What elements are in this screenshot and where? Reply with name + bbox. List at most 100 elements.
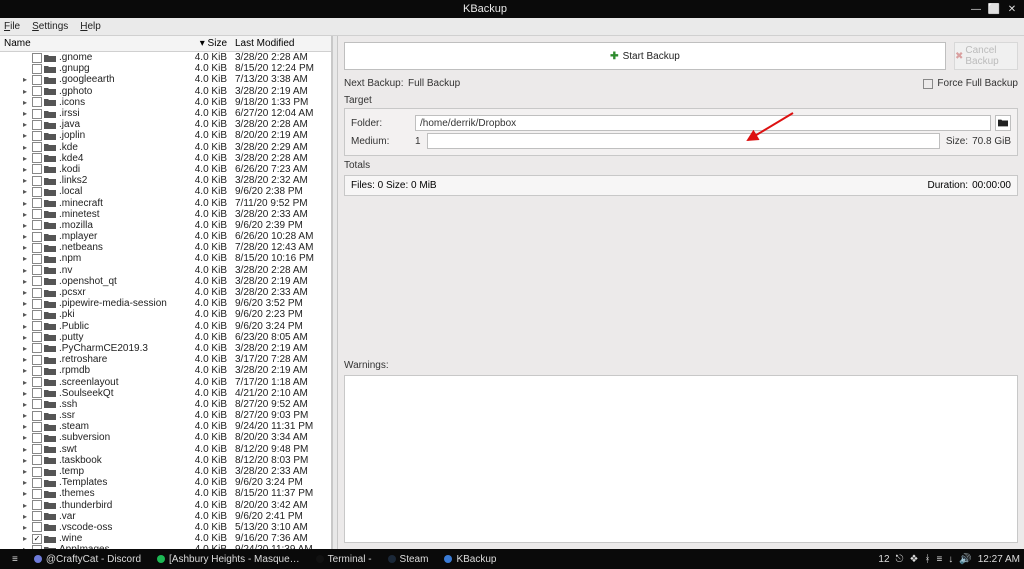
row-checkbox[interactable] [32, 478, 42, 488]
expander-icon[interactable]: ▸ [20, 154, 30, 163]
tree-row[interactable]: ▸.pki4.0 KiB9/6/20 2:23 PM [0, 309, 331, 320]
expander-icon[interactable]: ▸ [20, 422, 30, 431]
row-checkbox[interactable] [32, 254, 42, 264]
expander-icon[interactable]: ▸ [20, 411, 30, 420]
col-modified[interactable]: Last Modified [231, 38, 331, 49]
row-checkbox[interactable] [32, 511, 42, 521]
expander-icon[interactable]: ▸ [20, 199, 30, 208]
tree-row[interactable]: ▸.mozilla4.0 KiB9/6/20 2:39 PM [0, 220, 331, 231]
tree-row[interactable]: ▸.steam4.0 KiB9/24/20 11:31 PM [0, 421, 331, 432]
expander-icon[interactable]: ▸ [20, 489, 30, 498]
row-checkbox[interactable] [32, 187, 42, 197]
expander-icon[interactable]: ▸ [20, 98, 30, 107]
tray-bluetooth-icon[interactable]: ᚼ [924, 554, 930, 565]
row-checkbox[interactable] [32, 288, 42, 298]
expander-icon[interactable]: ▸ [20, 512, 30, 521]
row-checkbox[interactable] [32, 411, 42, 421]
row-checkbox[interactable] [32, 366, 42, 376]
expander-icon[interactable]: ▸ [20, 243, 30, 252]
expander-icon[interactable]: ▸ [20, 534, 30, 543]
expander-icon[interactable]: ▸ [20, 75, 30, 84]
row-checkbox[interactable] [32, 444, 42, 454]
tree-row[interactable]: ▸.taskbook4.0 KiB8/12/20 8:03 PM [0, 455, 331, 466]
row-checkbox[interactable] [32, 377, 42, 387]
tree-row[interactable]: ▸.kde44.0 KiB3/28/20 2:28 AM [0, 153, 331, 164]
tree-body[interactable]: .gnome4.0 KiB3/28/20 2:28 AM.gnupg4.0 Ki… [0, 52, 331, 549]
tray-network-icon[interactable]: ≡ [936, 554, 942, 565]
tree-row[interactable]: ▸.links24.0 KiB3/28/20 2:32 AM [0, 175, 331, 186]
expander-icon[interactable]: ▸ [20, 322, 30, 331]
row-checkbox[interactable] [32, 120, 42, 130]
row-checkbox[interactable] [32, 153, 42, 163]
row-checkbox[interactable] [32, 243, 42, 253]
tree-row[interactable]: ▸.var4.0 KiB9/6/20 2:41 PM [0, 511, 331, 522]
tree-row[interactable]: ▸.pcsxr4.0 KiB3/28/20 2:33 AM [0, 287, 331, 298]
row-checkbox[interactable] [32, 399, 42, 409]
tree-row[interactable]: ▸.kde4.0 KiB3/28/20 2:29 AM [0, 142, 331, 153]
tree-row[interactable]: ▸.nv4.0 KiB3/28/20 2:28 AM [0, 265, 331, 276]
row-checkbox[interactable] [32, 310, 42, 320]
col-name[interactable]: Name [0, 38, 183, 49]
taskbar-app[interactable]: KBackup [436, 554, 504, 565]
expander-icon[interactable]: ▸ [20, 109, 30, 118]
tree-row[interactable]: ▸.ssr4.0 KiB8/27/20 9:03 PM [0, 410, 331, 421]
tree-row[interactable]: ▸.ssh4.0 KiB8/27/20 9:52 AM [0, 399, 331, 410]
tree-row[interactable]: ▸.subversion4.0 KiB8/20/20 3:34 AM [0, 432, 331, 443]
tree-row[interactable]: ▸.joplin4.0 KiB8/20/20 2:19 AM [0, 130, 331, 141]
tree-row[interactable]: ▸.Public4.0 KiB9/6/20 3:24 PM [0, 321, 331, 332]
expander-icon[interactable]: ▸ [20, 400, 30, 409]
tree-row[interactable]: ▸.rpmdb4.0 KiB3/28/20 2:19 AM [0, 365, 331, 376]
expander-icon[interactable]: ▸ [20, 210, 30, 219]
expander-icon[interactable]: ▸ [20, 299, 30, 308]
taskbar-menu-icon[interactable]: ≡ [4, 549, 26, 569]
tree-row[interactable]: .gnome4.0 KiB3/28/20 2:28 AM [0, 52, 331, 63]
medium-input[interactable] [427, 133, 940, 149]
tree-row[interactable]: ▸.gphoto4.0 KiB3/28/20 2:19 AM [0, 86, 331, 97]
tree-row[interactable]: ▸.irssi4.0 KiB6/27/20 12:04 AM [0, 108, 331, 119]
tree-row[interactable]: ▸.thunderbird4.0 KiB8/20/20 3:42 AM [0, 500, 331, 511]
taskbar-app[interactable]: [Ashbury Heights - Masque… [149, 554, 308, 565]
tree-row[interactable]: ▸.temp4.0 KiB3/28/20 2:33 AM [0, 466, 331, 477]
tree-row[interactable]: ▸.mplayer4.0 KiB6/26/20 10:28 AM [0, 231, 331, 242]
minimize-button[interactable]: — [968, 2, 984, 16]
expander-icon[interactable]: ▸ [20, 467, 30, 476]
taskbar-app[interactable]: @CraftyCat - Discord [26, 554, 149, 565]
expander-icon[interactable]: ▸ [20, 87, 30, 96]
row-checkbox[interactable] [32, 276, 42, 286]
expander-icon[interactable]: ▸ [20, 266, 30, 275]
tree-row[interactable]: ▸.java4.0 KiB3/28/20 2:28 AM [0, 119, 331, 130]
expander-icon[interactable]: ▸ [20, 523, 30, 532]
row-checkbox[interactable] [32, 53, 42, 63]
expander-icon[interactable]: ▸ [20, 187, 30, 196]
expander-icon[interactable]: ▸ [20, 143, 30, 152]
row-checkbox[interactable] [32, 176, 42, 186]
col-size[interactable]: ▾ Size [183, 38, 231, 49]
row-checkbox[interactable] [32, 142, 42, 152]
tree-row[interactable]: ▸.Templates4.0 KiB9/6/20 3:24 PM [0, 477, 331, 488]
row-checkbox[interactable] [32, 164, 42, 174]
tree-row[interactable]: ▸.icons4.0 KiB9/18/20 1:33 PM [0, 97, 331, 108]
browse-folder-button[interactable] [995, 115, 1011, 131]
expander-icon[interactable]: ▸ [20, 378, 30, 387]
tree-row[interactable]: ▸.npm4.0 KiB8/15/20 10:16 PM [0, 253, 331, 264]
row-checkbox[interactable] [32, 388, 42, 398]
row-checkbox[interactable] [32, 97, 42, 107]
row-checkbox[interactable] [32, 332, 42, 342]
row-checkbox[interactable] [32, 220, 42, 230]
expander-icon[interactable]: ▸ [20, 344, 30, 353]
tree-row[interactable]: ▸.minecraft4.0 KiB7/11/20 9:52 PM [0, 197, 331, 208]
force-full-checkbox[interactable] [923, 79, 933, 89]
expander-icon[interactable]: ▸ [20, 120, 30, 129]
tree-row[interactable]: ▸.googleearth4.0 KiB7/13/20 3:38 AM [0, 74, 331, 85]
menu-file[interactable]: File [4, 21, 20, 32]
expander-icon[interactable]: ▸ [20, 131, 30, 140]
tray-clock[interactable]: 12:27 AM [978, 554, 1020, 565]
row-checkbox[interactable] [32, 109, 42, 119]
tree-row[interactable]: ▸.pipewire-media-session4.0 KiB9/6/20 3:… [0, 298, 331, 309]
row-checkbox[interactable] [32, 131, 42, 141]
expander-icon[interactable]: ▸ [20, 232, 30, 241]
expander-icon[interactable]: ▸ [20, 456, 30, 465]
expander-icon[interactable]: ▸ [20, 333, 30, 342]
expander-icon[interactable]: ▸ [20, 433, 30, 442]
tree-row[interactable]: ▸.putty4.0 KiB6/23/20 8:05 AM [0, 332, 331, 343]
